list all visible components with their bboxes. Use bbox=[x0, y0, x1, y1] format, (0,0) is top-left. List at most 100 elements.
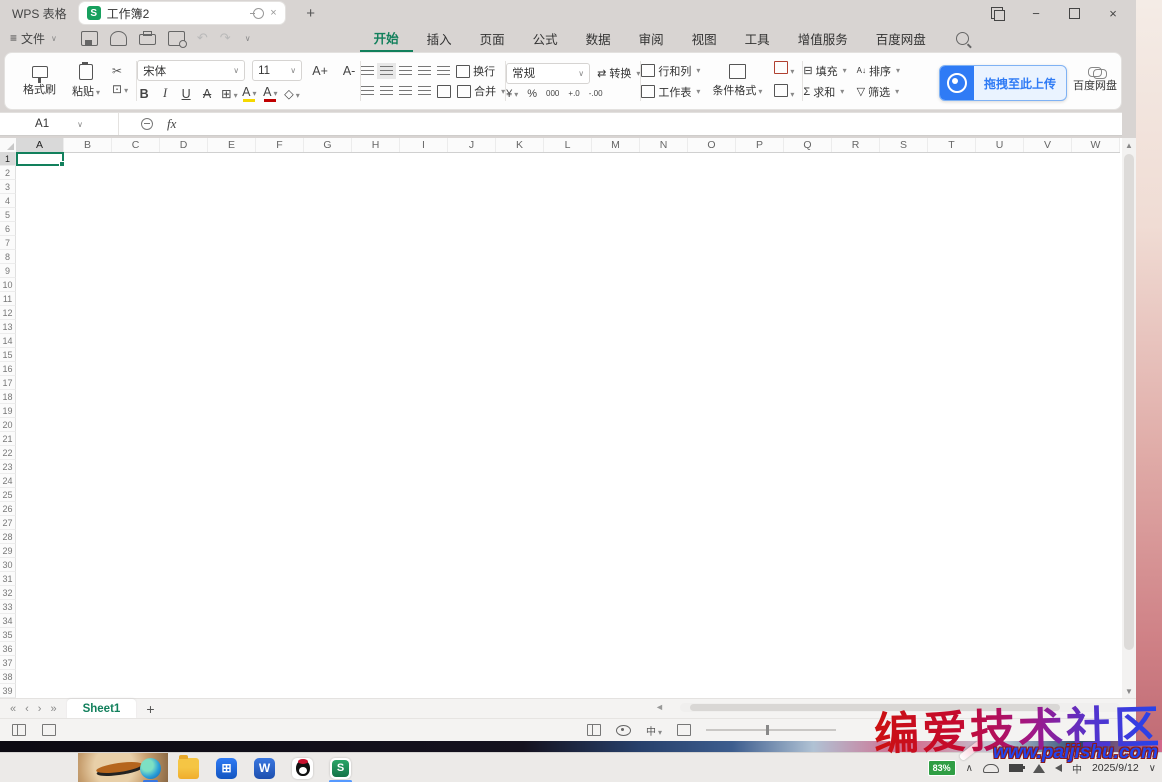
minimize-button[interactable]: − bbox=[1029, 6, 1043, 21]
ribbon-tab-页面[interactable]: 页面 bbox=[466, 26, 519, 51]
clear-format-button[interactable]: ◇▾ bbox=[284, 86, 298, 101]
battery-percent-badge[interactable]: 83% bbox=[928, 760, 956, 776]
row-header-11[interactable]: 11 bbox=[0, 292, 16, 306]
convert-button[interactable]: ⇄转换▾ bbox=[597, 65, 640, 81]
row-header-38[interactable]: 38 bbox=[0, 670, 16, 684]
ribbon-tab-百度网盘[interactable]: 百度网盘 bbox=[862, 26, 940, 51]
name-box-chevron[interactable]: ∨ bbox=[77, 120, 83, 129]
speaker-icon[interactable] bbox=[1055, 764, 1062, 772]
ribbon-tab-工具[interactable]: 工具 bbox=[731, 26, 784, 51]
column-header-L[interactable]: L bbox=[544, 138, 592, 152]
column-header-M[interactable]: M bbox=[592, 138, 640, 152]
select-all-corner[interactable] bbox=[0, 138, 17, 153]
row-header-3[interactable]: 3 bbox=[0, 180, 16, 194]
increase-indent-icon[interactable] bbox=[437, 66, 450, 76]
redo-icon[interactable]: ↷ bbox=[220, 30, 231, 46]
row-header-33[interactable]: 33 bbox=[0, 600, 16, 614]
row-header-18[interactable]: 18 bbox=[0, 390, 16, 404]
row-header-36[interactable]: 36 bbox=[0, 642, 16, 656]
filter-button[interactable]: ▽筛选▾ bbox=[857, 84, 900, 100]
column-header-Q[interactable]: Q bbox=[784, 138, 832, 152]
row-header-21[interactable]: 21 bbox=[0, 432, 16, 446]
last-sheet-icon[interactable]: » bbox=[50, 703, 56, 715]
conditional-format-button[interactable]: 条件格式▾ bbox=[708, 63, 766, 99]
page-view-icon[interactable]: 中▾ bbox=[646, 723, 662, 738]
status-view-icon-1[interactable] bbox=[12, 724, 26, 736]
wrap-text-button[interactable]: 换行 bbox=[456, 63, 495, 79]
normal-view-icon[interactable] bbox=[587, 724, 601, 736]
ribbon-tab-增值服务[interactable]: 增值服务 bbox=[784, 26, 862, 51]
print-icon[interactable] bbox=[139, 34, 156, 45]
ribbon-tab-公式[interactable]: 公式 bbox=[519, 26, 572, 51]
cut-icon[interactable]: ✂ bbox=[112, 65, 128, 77]
column-header-E[interactable]: E bbox=[208, 138, 256, 152]
align-right-icon[interactable] bbox=[399, 86, 412, 96]
column-header-V[interactable]: V bbox=[1024, 138, 1072, 152]
row-header-30[interactable]: 30 bbox=[0, 558, 16, 572]
hscroll-arrows[interactable]: ◄ bbox=[655, 702, 664, 712]
spreadsheet-grid[interactable]: ABCDEFGHIJKLMNOPQRSTUVW 1234567891011121… bbox=[0, 138, 1122, 698]
taskbar-wps-icon[interactable]: S bbox=[330, 758, 351, 779]
table-style-icon[interactable]: ▾ bbox=[774, 84, 794, 101]
row-header-7[interactable]: 7 bbox=[0, 236, 16, 250]
font-size-select[interactable]: 11∨ bbox=[252, 60, 302, 81]
decrease-decimal-button[interactable]: -.00 bbox=[589, 89, 603, 98]
row-header-31[interactable]: 31 bbox=[0, 572, 16, 586]
notification-chevron[interactable]: ∨ bbox=[1149, 763, 1156, 774]
column-header-C[interactable]: C bbox=[112, 138, 160, 152]
print-preview-icon[interactable] bbox=[168, 31, 185, 46]
row-header-2[interactable]: 2 bbox=[0, 166, 16, 180]
row-header-27[interactable]: 27 bbox=[0, 516, 16, 530]
row-header-37[interactable]: 37 bbox=[0, 656, 16, 670]
output-icon[interactable] bbox=[110, 31, 127, 46]
taskbar-word-icon[interactable]: W bbox=[254, 758, 275, 779]
row-header-4[interactable]: 4 bbox=[0, 194, 16, 208]
next-sheet-icon[interactable]: › bbox=[38, 703, 42, 715]
borders-button[interactable]: ⊞▾ bbox=[221, 86, 235, 101]
column-header-G[interactable]: G bbox=[304, 138, 352, 152]
row-header-10[interactable]: 10 bbox=[0, 278, 16, 292]
zoom-slider-knob[interactable] bbox=[766, 725, 769, 735]
column-header-B[interactable]: B bbox=[64, 138, 112, 152]
row-header-5[interactable]: 5 bbox=[0, 208, 16, 222]
row-header-35[interactable]: 35 bbox=[0, 628, 16, 642]
column-header-F[interactable]: F bbox=[256, 138, 304, 152]
sum-button[interactable]: Σ求和▾ bbox=[803, 84, 846, 100]
align-center-icon[interactable] bbox=[380, 86, 393, 96]
highlight-color-button[interactable]: A▾ bbox=[242, 85, 256, 102]
wifi-icon[interactable] bbox=[1033, 764, 1045, 773]
taskbar-store-icon[interactable]: ⊞ bbox=[216, 758, 237, 779]
row-header-6[interactable]: 6 bbox=[0, 222, 16, 236]
row-header-15[interactable]: 15 bbox=[0, 348, 16, 362]
scroll-up-arrow[interactable]: ▲ bbox=[1122, 138, 1136, 152]
decrease-indent-icon[interactable] bbox=[418, 66, 431, 76]
format-painter-button[interactable]: 格式刷 bbox=[19, 65, 60, 98]
paste-button[interactable]: 粘贴▾ bbox=[68, 63, 104, 100]
selected-cell-a1[interactable] bbox=[16, 152, 64, 166]
ribbon-tab-审阅[interactable]: 审阅 bbox=[625, 26, 678, 51]
cloud-icon[interactable] bbox=[983, 764, 999, 773]
align-left-icon[interactable] bbox=[361, 86, 374, 96]
column-header-O[interactable]: O bbox=[688, 138, 736, 152]
baidu-pan-button[interactable]: 百度网盘 bbox=[1073, 67, 1117, 93]
cell-style-icon[interactable]: ▾ bbox=[774, 61, 794, 78]
worksheet-button[interactable]: 工作表▾ bbox=[641, 84, 700, 100]
row-header-23[interactable]: 23 bbox=[0, 460, 16, 474]
hidden-icons-chevron[interactable]: ∧ bbox=[966, 763, 973, 774]
column-header-H[interactable]: H bbox=[352, 138, 400, 152]
vertical-scroll-thumb[interactable] bbox=[1124, 154, 1134, 650]
first-sheet-icon[interactable]: « bbox=[10, 703, 16, 715]
undo-icon[interactable]: ↶ bbox=[197, 30, 208, 46]
page-break-view-icon[interactable] bbox=[677, 724, 691, 736]
vertical-scrollbar[interactable]: ▲ ▼ bbox=[1122, 138, 1136, 698]
maximize-button[interactable] bbox=[1069, 8, 1080, 19]
status-view-icon-2[interactable] bbox=[42, 724, 56, 736]
taskbar-explorer-icon[interactable] bbox=[178, 758, 199, 779]
increase-decimal-button[interactable]: +.0 bbox=[568, 89, 579, 98]
row-header-32[interactable]: 32 bbox=[0, 586, 16, 600]
underline-button[interactable]: U bbox=[179, 87, 193, 101]
distributed-icon[interactable] bbox=[437, 85, 451, 98]
column-header-J[interactable]: J bbox=[448, 138, 496, 152]
sheet-tab-sheet1[interactable]: Sheet1 bbox=[67, 699, 137, 719]
row-header-29[interactable]: 29 bbox=[0, 544, 16, 558]
